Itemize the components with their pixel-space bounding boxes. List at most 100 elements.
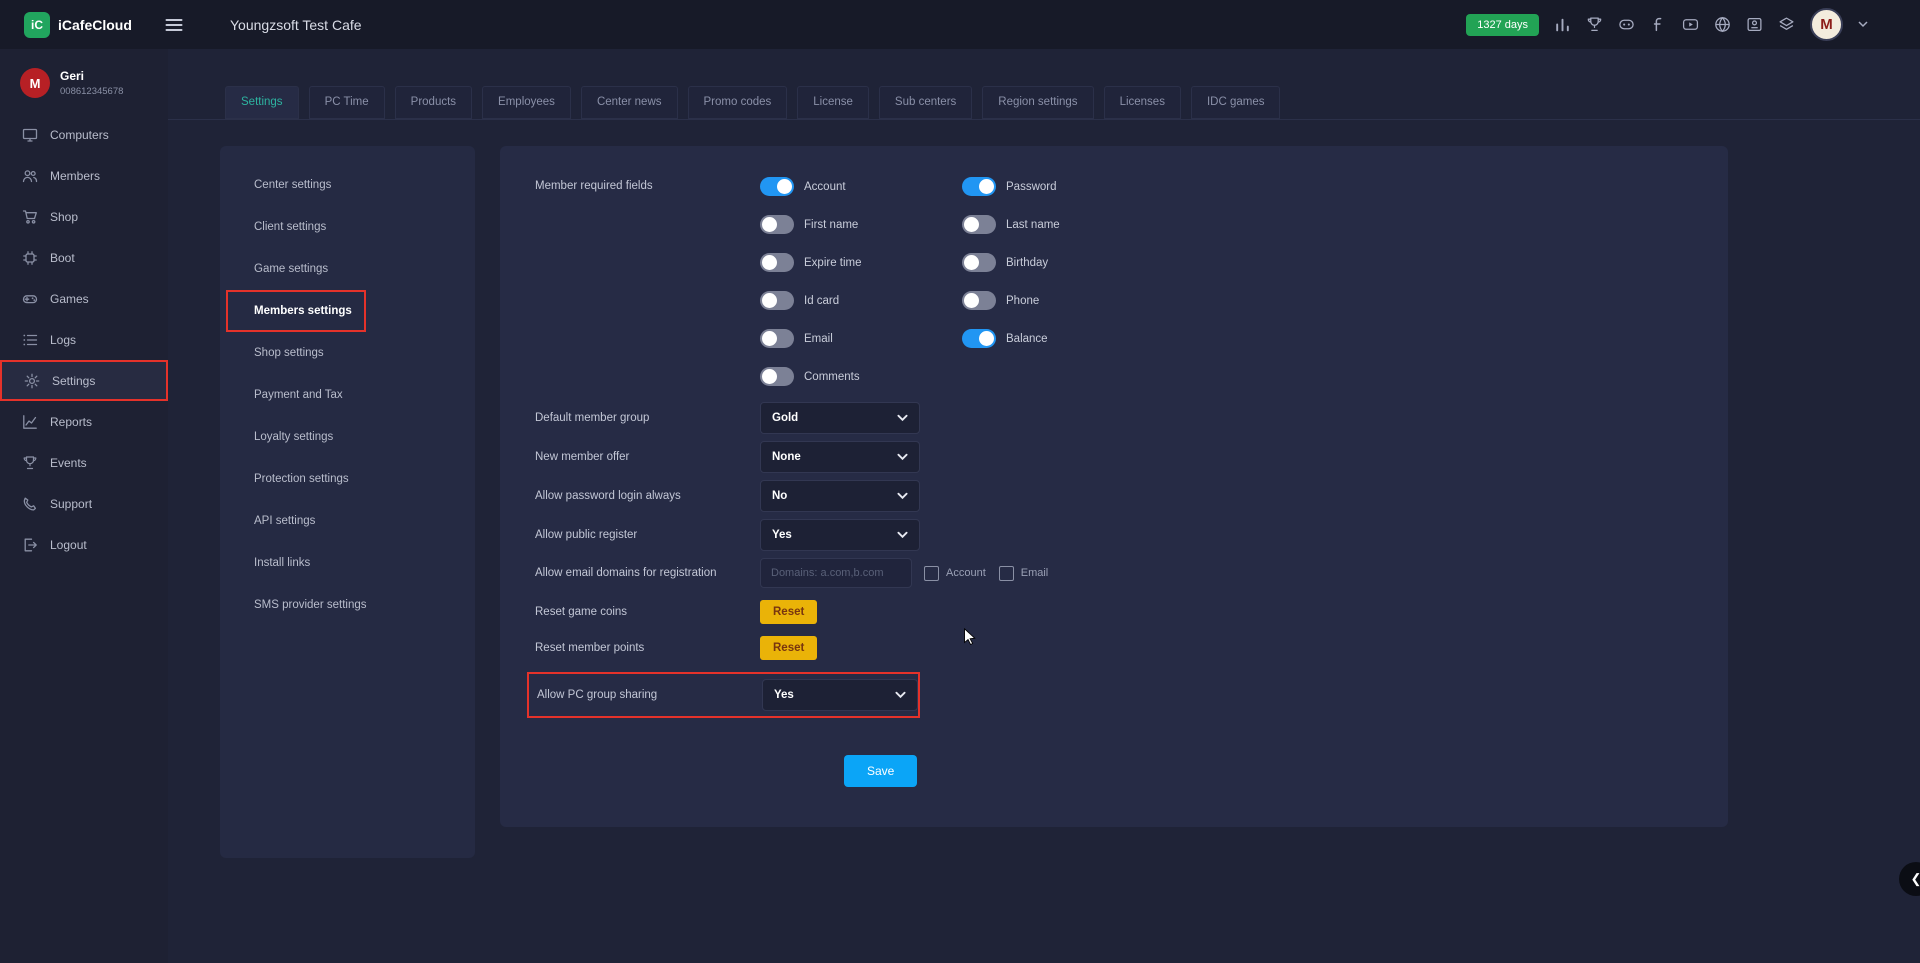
hamburger-menu-icon[interactable] [164,15,184,35]
sidebar-item-logs[interactable]: Logs [0,319,168,360]
member-required-fields-row: Member required fields Account Password … [535,177,1728,386]
tab-promo-codes[interactable]: Promo codes [688,86,788,119]
submenu-game-settings[interactable]: Game settings [220,248,475,290]
email-domains-input[interactable] [760,558,912,588]
list-icon [22,332,38,348]
toggle-label: Expire time [804,257,862,269]
submenu-sms-provider-settings[interactable]: SMS provider settings [220,584,475,626]
toggle-label: Account [804,181,846,193]
sidebar-item-events[interactable]: Events [0,442,168,483]
phone-toggle[interactable] [962,291,996,310]
password-toggle[interactable] [962,177,996,196]
submenu-center-settings[interactable]: Center settings [220,164,475,206]
allow-pc-group-sharing-row: Allow PC group sharing Yes [527,672,920,718]
save-button[interactable]: Save [844,755,917,787]
select-value: No [772,490,787,502]
email-checkbox[interactable] [999,566,1014,581]
field-label: New member offer [535,451,752,463]
comments-toggle[interactable] [760,367,794,386]
allow-password-login-select[interactable]: No [760,480,920,512]
field-label: Reset member points [535,642,752,654]
submenu-protection-settings[interactable]: Protection settings [220,458,475,500]
passport-icon[interactable] [1746,16,1763,33]
tab-employees[interactable]: Employees [482,86,571,119]
edge-collapse-button[interactable]: ❮ [1899,862,1920,896]
first-name-toggle[interactable] [760,215,794,234]
email-toggle[interactable] [760,329,794,348]
sidebar-item-shop[interactable]: Shop [0,196,168,237]
account-toggle[interactable] [760,177,794,196]
field-label: Allow email domains for registration [535,567,752,579]
sidebar-item-boot[interactable]: Boot [0,237,168,278]
gear-icon [24,373,40,389]
account-avatar[interactable]: M [1810,8,1843,41]
stats-icon[interactable] [1554,16,1571,33]
sidebar-item-label: Logout [50,538,87,552]
select-value: Gold [772,412,798,424]
field-label: Default member group [535,412,752,424]
toggle-label: Id card [804,295,839,307]
youtube-icon[interactable] [1682,16,1699,33]
tab-products[interactable]: Products [395,86,472,119]
field-label: Reset game coins [535,606,752,618]
logo[interactable]: iC iCafeCloud [0,12,150,38]
tab-idc-games[interactable]: IDC games [1191,86,1281,119]
toggle-label: Last name [1006,219,1060,231]
balance-toggle[interactable] [962,329,996,348]
toggle-label: First name [804,219,858,231]
tab-region-settings[interactable]: Region settings [982,86,1093,119]
submenu-payment-and-tax[interactable]: Payment and Tax [220,374,475,416]
globe-icon[interactable] [1714,16,1731,33]
field-label: Allow password login always [535,490,752,502]
tab-licenses[interactable]: Licenses [1104,86,1181,119]
allow-pc-group-sharing-select[interactable]: Yes [762,679,918,711]
chevron-down-icon [897,453,908,461]
last-name-toggle[interactable] [962,215,996,234]
submenu-members-settings[interactable]: Members settings [226,290,366,332]
chevron-down-icon[interactable] [1858,21,1868,28]
monitor-icon [22,127,38,143]
facebook-icon[interactable] [1650,16,1667,33]
sidebar: M Geri 008612345678 Computers Members Sh… [0,49,168,963]
sidebar-item-settings[interactable]: Settings [0,360,168,401]
submenu-loyalty-settings[interactable]: Loyalty settings [220,416,475,458]
id-card-toggle[interactable] [760,291,794,310]
reset-member-points-button[interactable]: Reset [760,636,817,660]
chart-icon [22,414,38,430]
sidebar-item-games[interactable]: Games [0,278,168,319]
topbar: iC iCafeCloud Youngzsoft Test Cafe 1327 … [0,0,1920,49]
required-fields-toggle-grid: Account Password First name Last name Ex… [760,177,1164,386]
tab-settings[interactable]: Settings [225,86,299,119]
tab-license[interactable]: License [797,86,869,119]
allow-public-register-row: Allow public register Yes [535,519,1728,551]
allow-public-register-select[interactable]: Yes [760,519,920,551]
tab-center-news[interactable]: Center news [581,86,678,119]
sidebar-item-members[interactable]: Members [0,155,168,196]
submenu-install-links[interactable]: Install links [220,542,475,584]
new-member-offer-select[interactable]: None [760,441,920,473]
email-domains-checkboxes: Account Email [924,566,1054,581]
logout-icon [22,537,38,553]
trophy-icon[interactable] [1586,16,1603,33]
sidebar-item-support[interactable]: Support [0,483,168,524]
sidebar-item-label: Settings [52,374,95,388]
expire-time-toggle[interactable] [760,253,794,272]
submenu-shop-settings[interactable]: Shop settings [220,332,475,374]
reset-game-coins-button[interactable]: Reset [760,600,817,624]
default-member-group-select[interactable]: Gold [760,402,920,434]
submenu-client-settings[interactable]: Client settings [220,206,475,248]
select-value: Yes [774,689,794,701]
submenu-api-settings[interactable]: API settings [220,500,475,542]
account-checkbox[interactable] [924,566,939,581]
tab-sub-centers[interactable]: Sub centers [879,86,972,119]
allow-password-login-row: Allow password login always No [535,480,1728,512]
sidebar-item-reports[interactable]: Reports [0,401,168,442]
tab-pc-time[interactable]: PC Time [309,86,385,119]
tabs-bar: Settings PC Time Products Employees Cent… [168,49,1920,120]
phone-icon [22,496,38,512]
sidebar-item-logout[interactable]: Logout [0,524,168,565]
sidebar-item-computers[interactable]: Computers [0,114,168,155]
discord-icon[interactable] [1618,16,1635,33]
layers-icon[interactable] [1778,16,1795,33]
birthday-toggle[interactable] [962,253,996,272]
